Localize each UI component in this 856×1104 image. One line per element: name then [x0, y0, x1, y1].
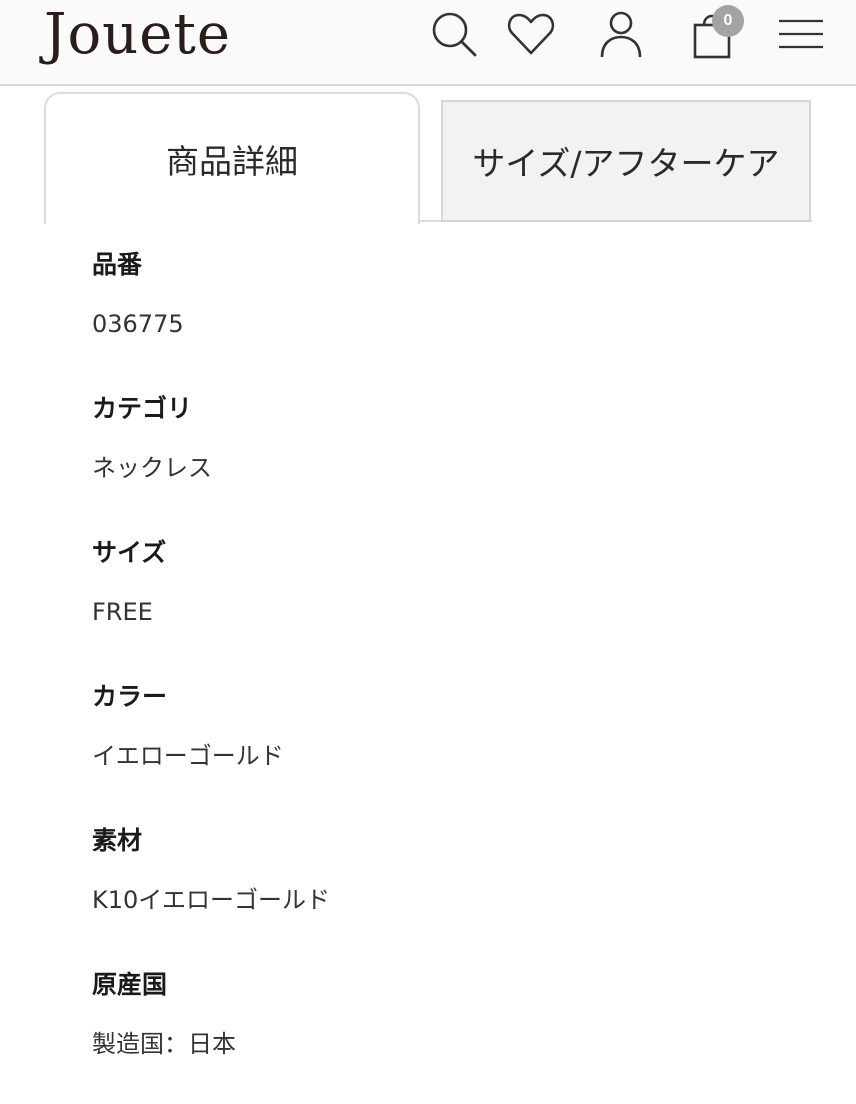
detail-label: サイズ: [92, 538, 167, 567]
detail-value: K10イエローゴールド: [92, 886, 331, 914]
detail-value: FREE: [92, 598, 153, 626]
user-icon[interactable]: [595, 6, 647, 62]
product-details-list: 品番 036775 カテゴリ ネックレス サイズ FREE カラー イエローゴー…: [92, 240, 792, 1104]
detail-label: 素材: [92, 826, 143, 855]
detail-item-category: カテゴリ ネックレス: [92, 384, 792, 528]
detail-value: 製造国：日本: [92, 1030, 236, 1058]
detail-item-material: 素材 K10イエローゴールド: [92, 816, 792, 960]
tab-size-aftercare[interactable]: サイズ/アフターケア: [441, 100, 811, 222]
detail-item-color: カラー イエローゴールド: [92, 672, 792, 816]
detail-value: ネックレス: [92, 454, 212, 482]
detail-value: イエローゴールド: [92, 742, 284, 770]
site-header: Jouete 0: [0, 0, 856, 86]
detail-label: カラー: [92, 682, 168, 711]
hamburger-menu-icon[interactable]: [775, 6, 827, 62]
tab-product-details[interactable]: 商品詳細: [44, 92, 420, 224]
search-icon[interactable]: [428, 6, 480, 62]
detail-label: カテゴリ: [92, 394, 193, 423]
detail-label: 品番: [92, 250, 143, 279]
heart-icon[interactable]: [505, 6, 557, 62]
site-logo[interactable]: Jouete: [44, 0, 231, 70]
cart-count-badge: 0: [712, 5, 744, 37]
detail-label: 原産国: [92, 970, 168, 999]
detail-value: 036775: [92, 310, 184, 338]
detail-item-product-number: 品番 036775: [92, 240, 792, 384]
detail-item-origin: 原産国 製造国：日本: [92, 960, 792, 1104]
detail-item-size: サイズ FREE: [92, 528, 792, 672]
